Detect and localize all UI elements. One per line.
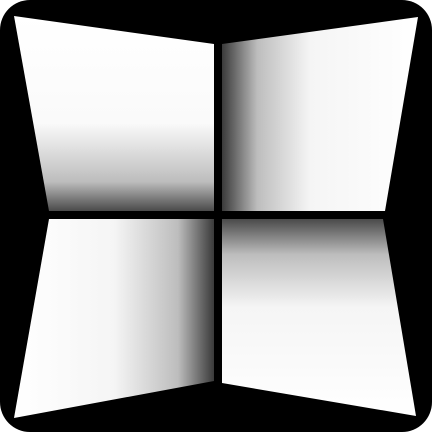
pane-bottom-right — [222, 219, 416, 416]
pane-top-right — [222, 17, 418, 211]
four-pane-window-icon — [0, 0, 432, 432]
app-icon — [0, 0, 432, 432]
pane-top-left — [14, 16, 214, 211]
